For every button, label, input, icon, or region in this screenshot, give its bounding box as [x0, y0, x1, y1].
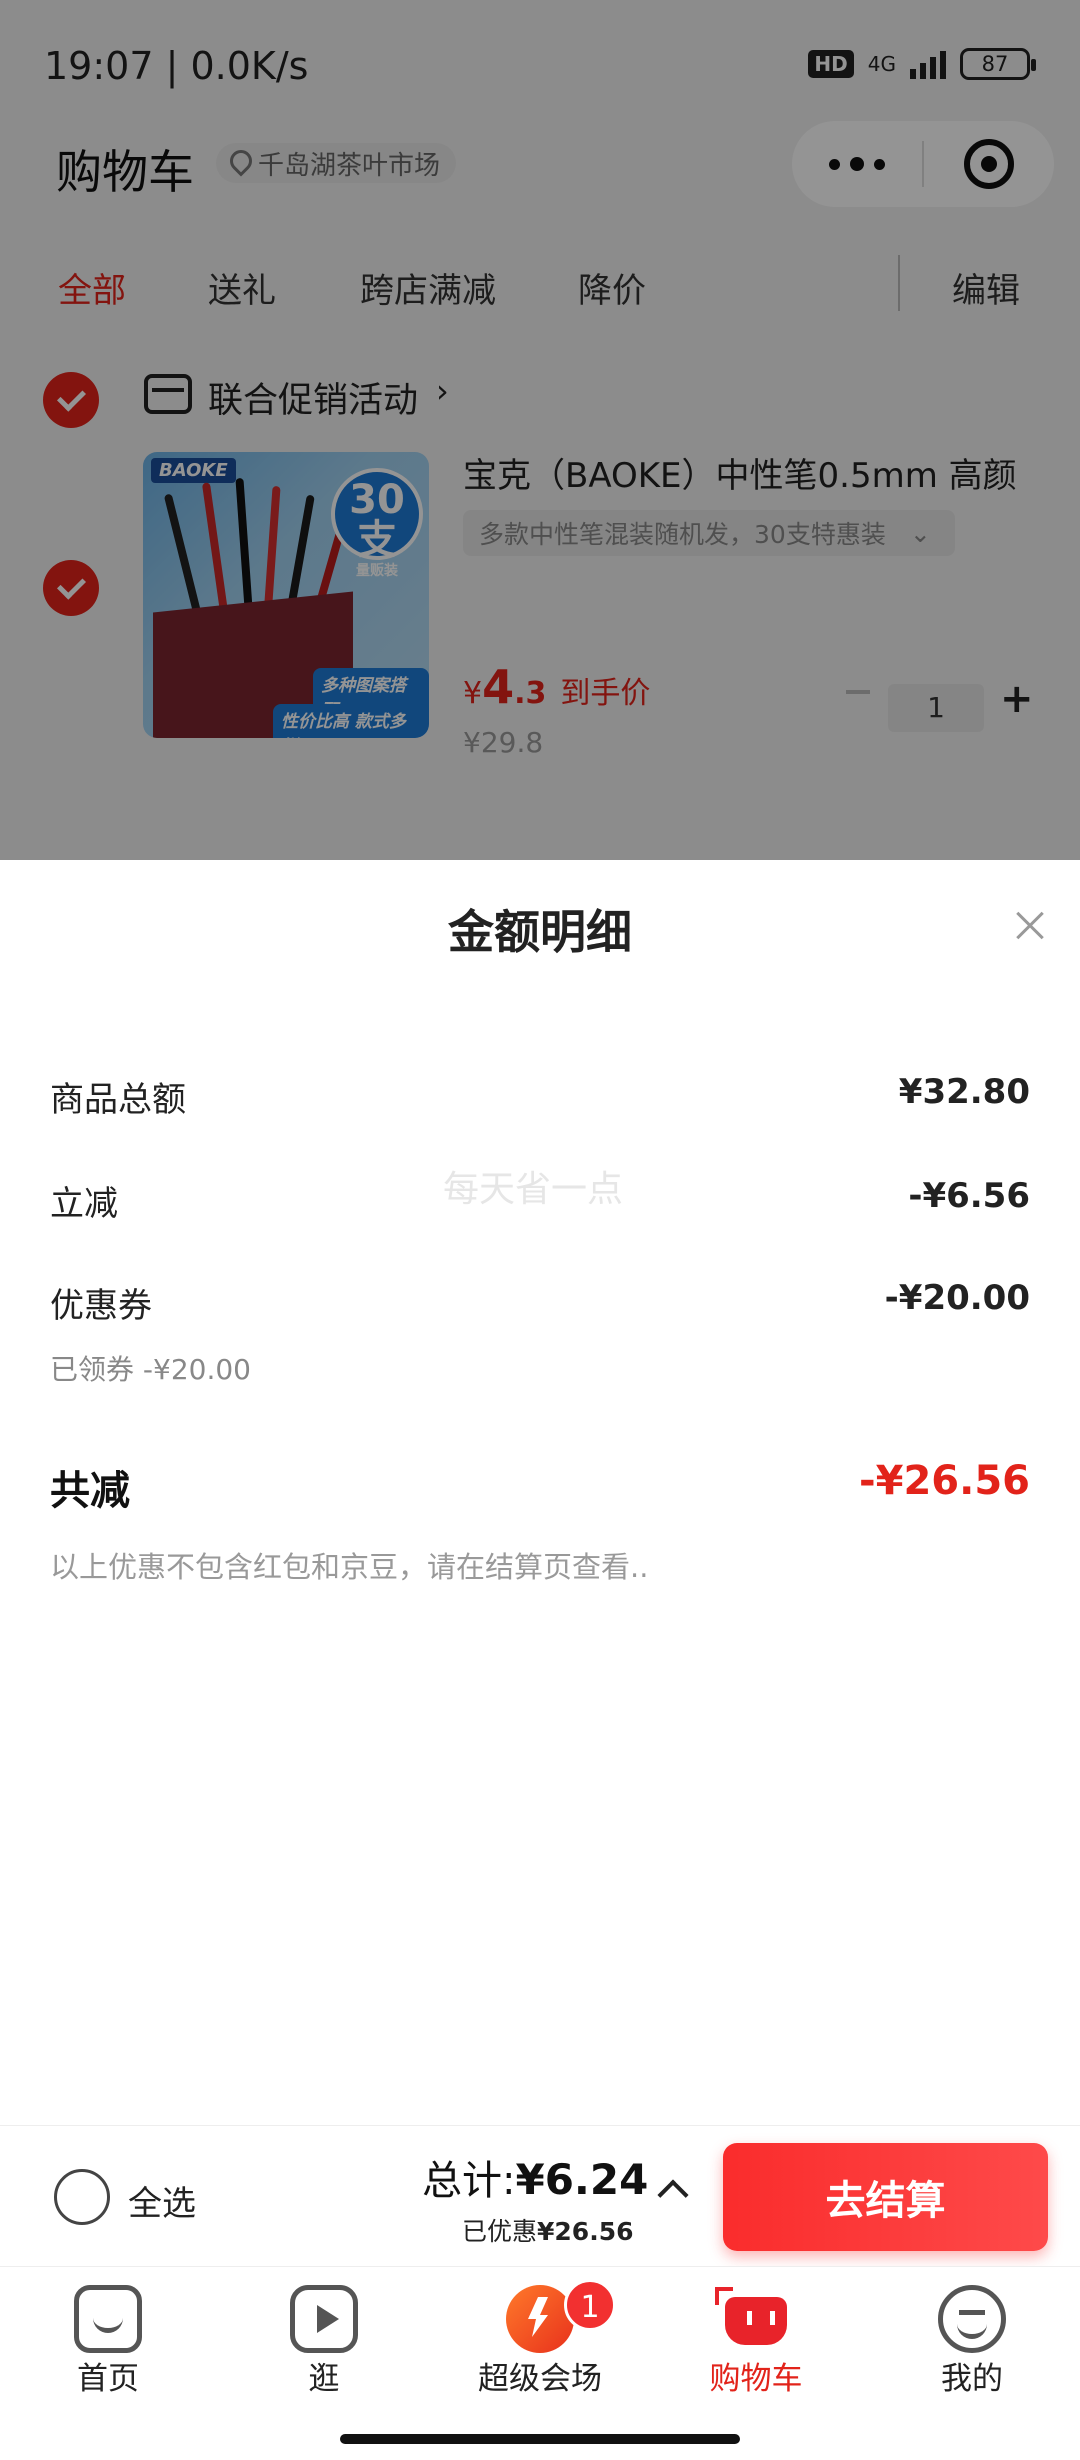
amount-detail-sheet: 金额明细 每天省一点 商品总额 ¥32.80 立减 -¥6.56 优惠券 -¥2… [0, 860, 1080, 2125]
select-all-label[interactable]: 全选 [128, 2176, 196, 2225]
total-off-value: -¥26.56 [859, 1458, 1030, 1504]
tab-browse[interactable]: 逛 [216, 2267, 432, 2417]
tab-browse-label: 逛 [308, 2361, 340, 2397]
close-icon[interactable] [1010, 906, 1050, 946]
sheet-title: 金额明细 [448, 905, 632, 959]
goods-total-label: 商品总额 [50, 1080, 186, 1120]
coupon-label: 优惠券 [50, 1286, 152, 1326]
tab-me-label: 我的 [941, 2361, 1003, 2397]
home-icon [74, 2285, 142, 2353]
chevron-up-icon[interactable] [657, 2179, 689, 2211]
tab-super-venue[interactable]: 1 超级会场 [432, 2267, 648, 2417]
checkout-button[interactable]: 去结算 [723, 2143, 1048, 2251]
tab-me[interactable]: 我的 [864, 2267, 1080, 2417]
video-play-icon [290, 2285, 358, 2353]
total-off-label: 共减 [50, 1468, 130, 1514]
watermark-text: 每天省一点 [443, 1169, 624, 1210]
smiley-icon [938, 2285, 1006, 2353]
tab-cart[interactable]: 购物车 [648, 2267, 864, 2417]
saved-line[interactable]: 已优惠¥26.56 [462, 2212, 634, 2248]
saved-amount: ¥26.56 [537, 2217, 634, 2246]
modal-backdrop[interactable] [0, 0, 1080, 860]
total-line[interactable]: 总计:¥6.24 [422, 2148, 648, 2206]
goods-total-value: ¥32.80 [898, 1072, 1030, 1112]
coupon-note: 已领券 -¥20.00 [50, 1353, 251, 1386]
instant-off-value: -¥6.56 [908, 1176, 1030, 1216]
checkout-bar: 全选 总计:¥6.24 已优惠¥26.56 去结算 [0, 2125, 1080, 2266]
tab-home-label: 首页 [77, 2361, 139, 2397]
notification-badge: 1 [564, 2279, 616, 2331]
flash-sale-icon [506, 2285, 574, 2353]
bottom-tab-bar: 首页 逛 1 超级会场 购物车 我的 [0, 2266, 1080, 2416]
home-indicator[interactable] [340, 2434, 740, 2444]
tab-home[interactable]: 首页 [0, 2267, 216, 2417]
cart-icon [715, 2287, 787, 2345]
tab-super-venue-label: 超级会场 [478, 2361, 602, 2397]
discount-note: 以上优惠不包含红包和京豆，请在结算页查看.. [50, 1550, 649, 1584]
total-prefix: 总计: [422, 2158, 516, 2204]
instant-off-label: 立减 [50, 1184, 118, 1224]
tab-cart-label: 购物车 [709, 2361, 803, 2397]
total-amount: ¥6.24 [515, 2155, 649, 2204]
coupon-value: -¥20.00 [884, 1278, 1030, 1318]
saved-prefix: 已优惠 [462, 2217, 538, 2246]
select-all-checkbox[interactable] [54, 2169, 110, 2225]
